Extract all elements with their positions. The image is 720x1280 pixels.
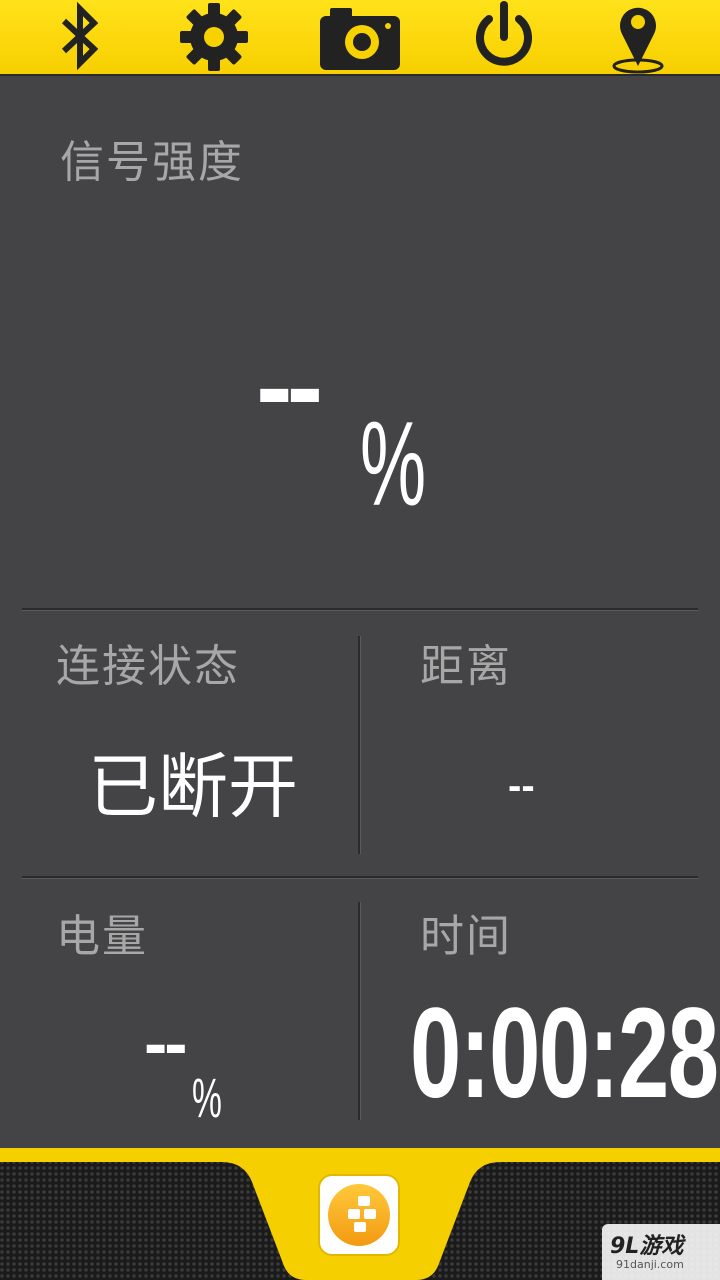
distance-label: 距离 bbox=[420, 641, 512, 692]
time-label: 时间 bbox=[420, 911, 512, 962]
gear-icon bbox=[180, 3, 248, 71]
divider bbox=[22, 876, 698, 878]
top-toolbar bbox=[0, 0, 720, 76]
settings-button[interactable] bbox=[164, 0, 264, 74]
battery-label: 电量 bbox=[56, 911, 148, 962]
home-button[interactable] bbox=[320, 1176, 398, 1254]
location-pin-icon bbox=[612, 7, 664, 74]
power-button[interactable] bbox=[454, 0, 554, 74]
divider bbox=[358, 902, 360, 1120]
camera-button[interactable] bbox=[310, 0, 410, 74]
elapsed-time: 0:00:28 bbox=[410, 982, 719, 1125]
connection-status: 已断开 bbox=[88, 746, 298, 828]
divider bbox=[358, 636, 360, 854]
divider bbox=[22, 608, 698, 610]
distance-value: -- bbox=[508, 764, 535, 808]
location-button[interactable] bbox=[588, 0, 688, 74]
bluetooth-icon bbox=[61, 1, 99, 71]
bluetooth-button[interactable] bbox=[30, 0, 130, 74]
watermark: 9L游戏 91danji.com bbox=[602, 1224, 720, 1280]
signal-value: -- bbox=[256, 325, 323, 448]
signal-label: 信号强度 bbox=[60, 137, 244, 188]
battery-value: -- bbox=[144, 1004, 188, 1082]
signal-unit: % bbox=[360, 397, 427, 531]
power-icon bbox=[476, 1, 532, 66]
connection-label: 连接状态 bbox=[56, 641, 240, 692]
watermark-url: 91danji.com bbox=[616, 1258, 684, 1271]
battery-unit: % bbox=[192, 1066, 222, 1129]
watermark-logo: 9L游戏 bbox=[610, 1234, 684, 1259]
app-logo-icon bbox=[328, 1184, 390, 1246]
camera-icon bbox=[320, 8, 400, 70]
